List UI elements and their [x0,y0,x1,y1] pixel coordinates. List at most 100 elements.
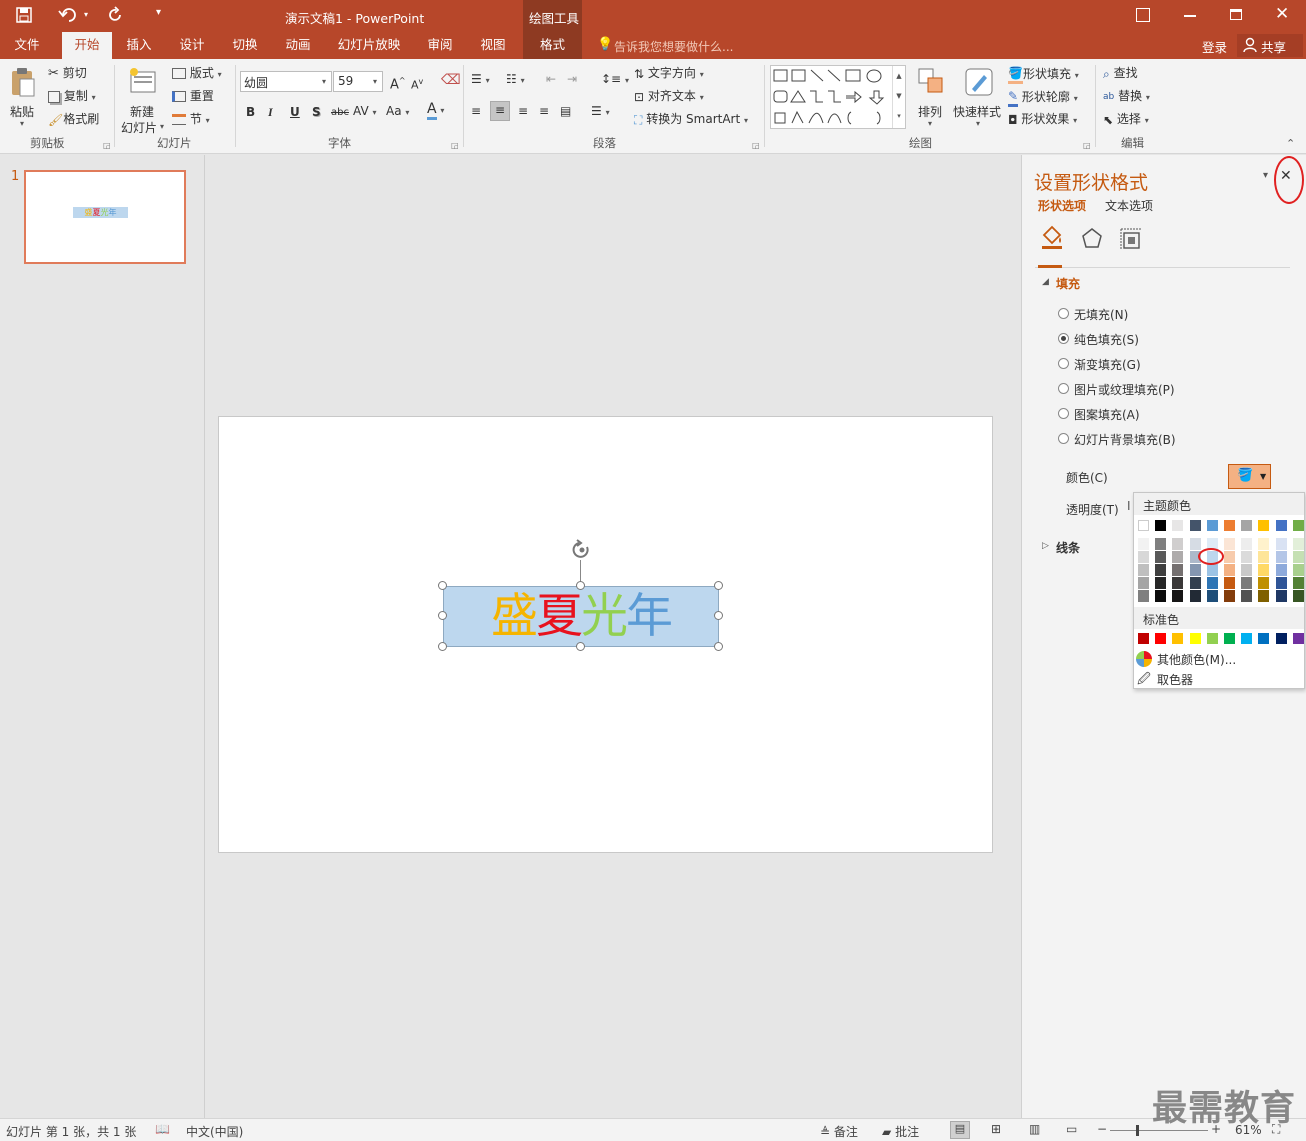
theme-color-swatch[interactable] [1206,520,1218,531]
resize-handle-s[interactable] [576,642,585,651]
tell-me-input[interactable]: 告诉我您想要做什么... [614,38,733,55]
theme-shade-swatch[interactable] [1275,577,1287,589]
theme-color-swatch[interactable] [1292,520,1304,531]
theme-shade-swatch[interactable] [1138,551,1149,563]
theme-shade-swatch[interactable] [1155,590,1167,602]
resize-handle-e[interactable] [714,611,723,620]
layout-button[interactable]: 版式 ▾ [172,65,222,83]
shapes-gallery[interactable] [770,65,906,129]
theme-color-swatch[interactable] [1172,520,1184,531]
theme-shade-swatch[interactable] [1138,577,1149,589]
shape-effects-button[interactable]: ◘ 形状效果 ▾ [1008,111,1077,129]
tab-insert[interactable]: 插入 [117,32,161,59]
theme-shade-swatch[interactable] [1189,564,1201,576]
close-window-icon[interactable]: ✕ [1275,4,1289,24]
notes-button[interactable]: ≜ 备注 [820,1123,858,1140]
tab-animations[interactable]: 动画 [276,32,320,59]
language-indicator[interactable]: 中文(中国) [186,1123,243,1140]
tab-text-options[interactable]: 文本选项 [1105,197,1153,214]
standard-color-swatch[interactable] [1206,633,1218,644]
change-case-button[interactable]: Aa ▾ [386,103,409,121]
arrange-button[interactable]: 排列 ▾ [914,65,948,135]
theme-shade-swatch[interactable] [1292,577,1304,589]
shapes-gallery-scroll[interactable]: ▲ ▼ ▾ [892,66,905,128]
theme-shade-swatch[interactable] [1258,538,1270,550]
new-slide-button[interactable]: 新建 幻灯片 ▾ [120,65,166,135]
theme-shade-swatch[interactable] [1206,577,1218,589]
replace-button[interactable]: ab 替换 ▾ [1103,88,1150,106]
normal-view-icon[interactable]: ▤ [950,1121,970,1139]
radio-no-fill[interactable] [1058,308,1069,319]
fill-line-icon[interactable] [1040,225,1064,251]
standard-color-swatch[interactable] [1224,633,1235,644]
theme-shade-swatch[interactable] [1241,577,1253,589]
shrink-font-button[interactable]: Av [411,74,423,94]
shadow-button[interactable]: S [312,104,321,120]
paragraph-launcher-icon[interactable]: ◲ [752,141,760,150]
theme-color-swatch[interactable] [1224,520,1235,531]
tab-slideshow[interactable]: 幻灯片放映 [329,32,409,59]
radio-pattern-fill[interactable] [1058,408,1069,419]
theme-shade-swatch[interactable] [1155,577,1167,589]
paste-button[interactable]: 粘贴 ▾ [6,65,40,129]
font-color-button[interactable]: A ▾ [427,101,444,120]
text-direction-button[interactable]: ⇅ 文字方向 ▾ [634,65,704,83]
zoom-out-button[interactable]: − [1097,1122,1107,1136]
italic-button[interactable]: I [268,104,273,120]
theme-shade-swatch[interactable] [1292,564,1304,576]
theme-shade-swatch[interactable] [1224,538,1235,550]
theme-shade-swatch[interactable] [1189,577,1201,589]
tab-transitions[interactable]: 切换 [223,32,267,59]
cut-button[interactable]: ✂ 剪切 [48,65,87,82]
theme-color-swatch[interactable] [1241,520,1253,531]
slide-thumbnail[interactable]: 盛夏光年 [24,170,186,264]
resize-handle-ne[interactable] [714,581,723,590]
reset-button[interactable]: 重置 [172,88,214,104]
theme-shade-swatch[interactable] [1189,538,1201,550]
theme-shade-swatch[interactable] [1138,590,1149,602]
redo-icon[interactable] [107,6,125,24]
theme-shade-swatch[interactable] [1258,551,1270,563]
resize-handle-w[interactable] [438,611,447,620]
theme-shade-swatch[interactable] [1206,590,1218,602]
convert-smartart-button[interactable]: ⛶ 转换为 SmartArt ▾ [634,111,748,129]
standard-color-swatch[interactable] [1241,633,1253,644]
reading-view-icon[interactable]: ▥ [1029,1122,1040,1136]
standard-color-swatch[interactable] [1155,633,1167,644]
bold-button[interactable]: B [246,104,255,120]
select-button[interactable]: ⬉ 选择 ▾ [1103,111,1149,129]
increase-indent-button[interactable]: ⇥ [567,71,577,87]
theme-shade-swatch[interactable] [1224,590,1235,602]
resize-handle-nw[interactable] [438,581,447,590]
theme-shade-swatch[interactable] [1172,590,1184,602]
line-spacing-button[interactable]: ↕≡ ▾ [601,71,629,89]
standard-color-swatch[interactable] [1292,633,1304,644]
char-spacing-button[interactable]: AV ▾ [353,103,377,121]
theme-shade-swatch[interactable] [1172,538,1184,550]
theme-shade-swatch[interactable] [1275,538,1287,550]
theme-shade-swatch[interactable] [1138,564,1149,576]
theme-shade-swatch[interactable] [1258,590,1270,602]
theme-shade-swatch[interactable] [1155,538,1167,550]
standard-color-swatch[interactable] [1189,633,1201,644]
drawing-launcher-icon[interactable]: ◲ [1083,141,1091,150]
collapse-ribbon-icon[interactable]: ⌃ [1286,137,1295,150]
theme-shade-swatch[interactable] [1138,538,1149,550]
comments-button[interactable]: ▰ 批注 [882,1123,919,1140]
theme-shade-swatch[interactable] [1241,564,1253,576]
theme-shade-swatch[interactable] [1275,564,1287,576]
find-button[interactable]: ⌕ 查找 [1103,65,1138,82]
font-launcher-icon[interactable]: ◲ [451,141,459,150]
theme-color-swatch[interactable] [1258,520,1270,531]
resize-handle-se[interactable] [714,642,723,651]
tab-view[interactable]: 视图 [471,32,515,59]
theme-shade-swatch[interactable] [1275,551,1287,563]
theme-shade-swatch[interactable] [1206,564,1218,576]
align-center-button[interactable]: ≡ [490,101,510,121]
fill-section-header[interactable]: 填充 [1056,275,1080,292]
theme-color-swatch[interactable] [1138,520,1149,531]
theme-shade-swatch[interactable] [1258,577,1270,589]
zoom-slider-thumb[interactable] [1136,1125,1139,1136]
theme-color-swatch[interactable] [1189,520,1201,531]
rotate-handle-icon[interactable] [570,539,594,561]
